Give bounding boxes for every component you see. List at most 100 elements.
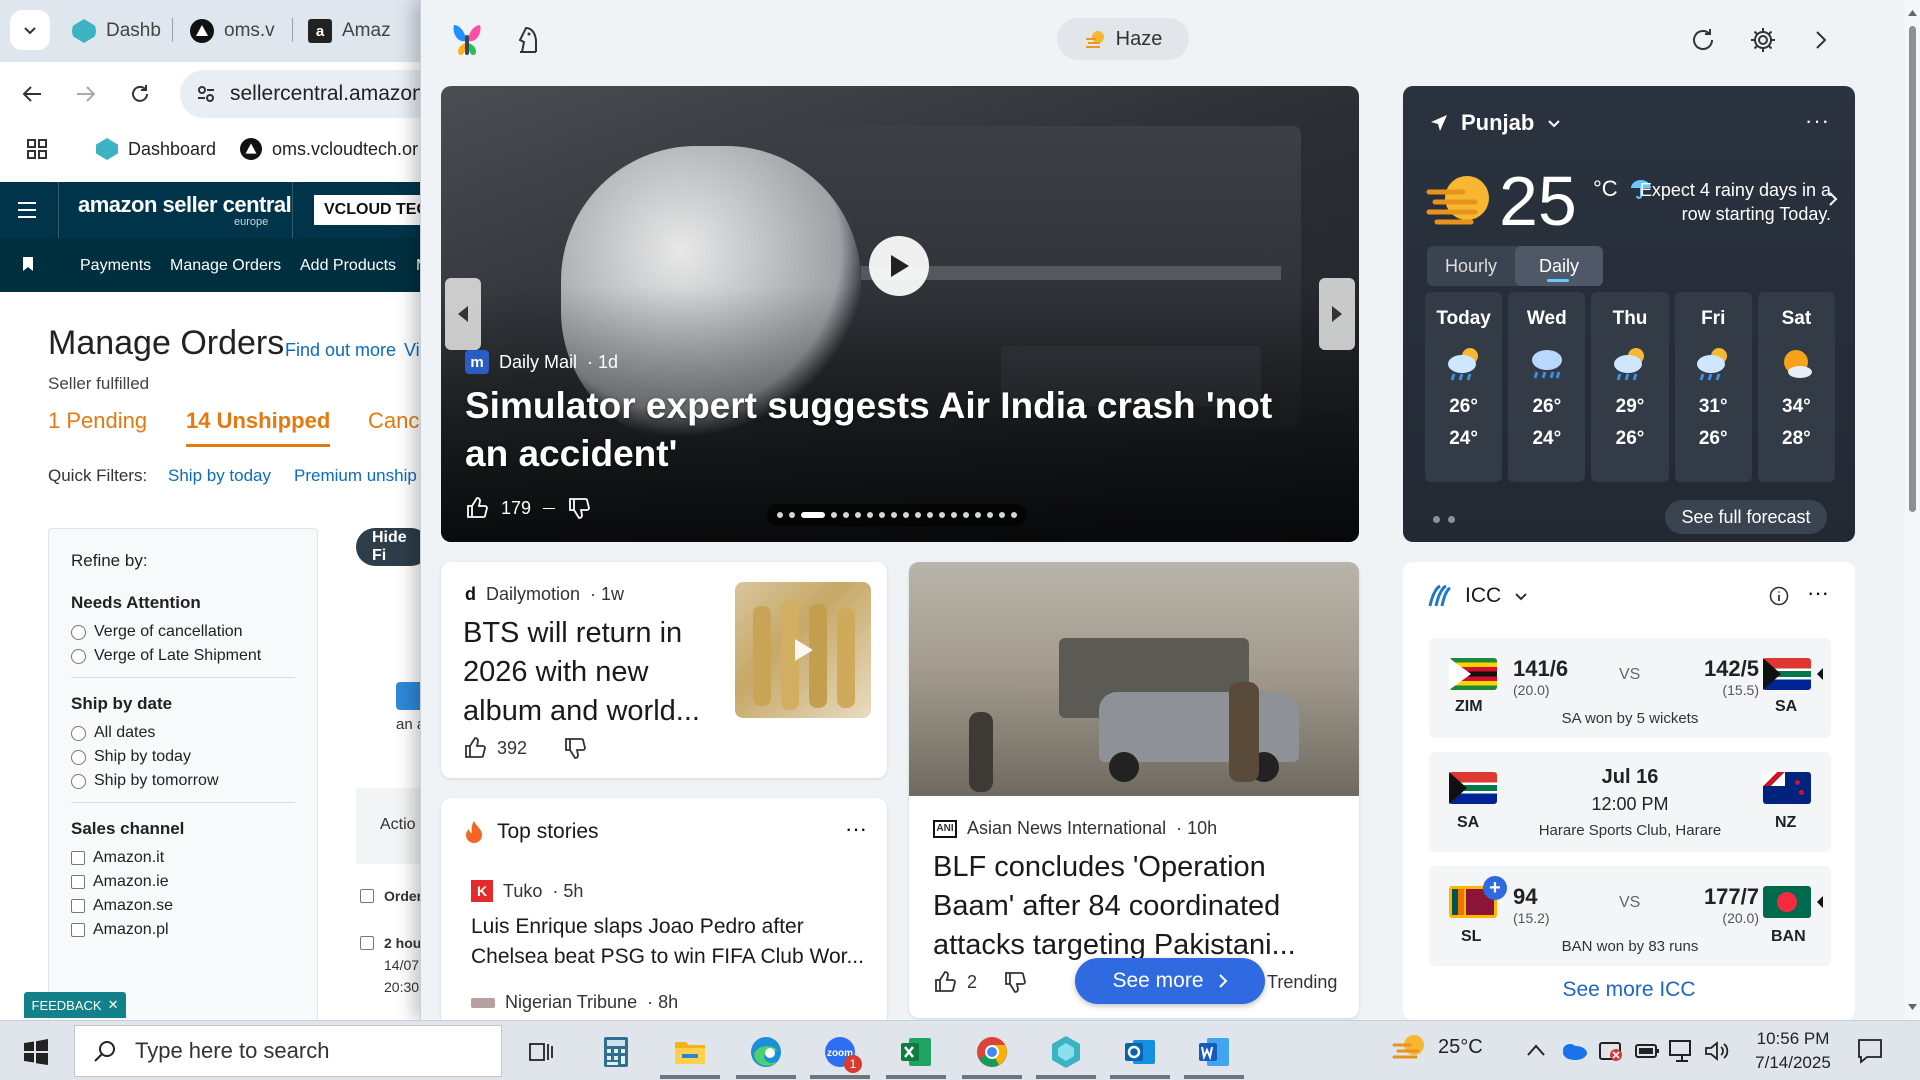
forecast-day[interactable]: Sat 34° 28°: [1757, 292, 1836, 482]
match-card[interactable]: SA Jul 16 12:00 PM Harare Sports Club, H…: [1429, 752, 1831, 852]
checkbox[interactable]: [71, 875, 85, 889]
thumbs-down-icon[interactable]: [563, 736, 587, 760]
match-card[interactable]: + SL 94 (15.2) VS 177/7 (20.0) BAN BAN w…: [1429, 866, 1831, 966]
taskbar-weather[interactable]: 25°C: [1392, 1031, 1483, 1063]
forecast-day[interactable]: Wed 26° 24°: [1508, 292, 1586, 482]
thumbs-up-icon[interactable]: [933, 970, 957, 994]
thumbs-up-icon[interactable]: [465, 496, 489, 520]
icc-header[interactable]: ICC: [1427, 584, 1529, 608]
forward-button[interactable]: [68, 76, 104, 112]
calculator-app[interactable]: [586, 1027, 646, 1077]
checkbox[interactable]: [71, 899, 85, 913]
hero-title[interactable]: Simulator expert suggests Air India cras…: [465, 382, 1325, 478]
see-more-button[interactable]: See more: [1075, 958, 1265, 1004]
feedback-button[interactable]: FEEDBACK ✕: [24, 992, 126, 1018]
onedrive-cloud-icon[interactable]: [1560, 1041, 1588, 1061]
scroll-up-icon[interactable]: [1908, 10, 1917, 16]
quick-filter-premium[interactable]: Premium unship: [294, 466, 417, 486]
weather-pager[interactable]: [1433, 516, 1455, 523]
filter-all-dates[interactable]: All dates: [71, 724, 295, 742]
thumbs-down-icon[interactable]: [1003, 970, 1027, 994]
store-selector-button[interactable]: VCLOUD TEC: [314, 195, 430, 225]
outlook-app[interactable]: [1110, 1027, 1170, 1079]
filter-amazon-se[interactable]: Amazon.se: [71, 897, 295, 915]
widgets-tab[interactable]: [445, 18, 489, 62]
bookmark-icon[interactable]: [22, 256, 34, 272]
excel-app[interactable]: [886, 1027, 946, 1079]
hero-story-card[interactable]: m Daily Mail · 1d Simulator expert sugge…: [441, 86, 1359, 542]
add-button[interactable]: +: [1483, 876, 1507, 900]
file-explorer-app[interactable]: [660, 1027, 720, 1079]
weather-card[interactable]: Punjab ··· 25 °C Expect 4 rainy days in …: [1403, 86, 1855, 542]
apps-button[interactable]: [26, 138, 48, 160]
more-options-icon[interactable]: ···: [1805, 108, 1830, 134]
nav-manage-orders[interactable]: Manage Orders: [170, 257, 281, 275]
story-thumbnail[interactable]: [735, 582, 871, 718]
filter-ship-today[interactable]: Ship by today: [71, 748, 295, 766]
back-button[interactable]: [14, 76, 50, 112]
tab-hourly[interactable]: Hourly: [1427, 246, 1515, 286]
more-options-icon[interactable]: ···: [1807, 580, 1829, 606]
scrollbar-thumb[interactable]: [1909, 26, 1916, 512]
radio-button[interactable]: [71, 648, 86, 664]
match-card[interactable]: ZIM 141/6 (20.0) VS 142/5 (15.5) SA SA w…: [1429, 638, 1831, 738]
hide-filters-button[interactable]: Hide Fi: [356, 528, 430, 566]
start-button[interactable]: [6, 1027, 66, 1077]
reload-button[interactable]: [122, 76, 158, 112]
hero-prev-button[interactable]: [445, 278, 481, 350]
filter-verge-late[interactable]: Verge of Late Shipment: [71, 647, 295, 665]
select-all-checkbox[interactable]: [360, 889, 374, 903]
system-clock[interactable]: 10:56 PM 7/14/2025: [1738, 1027, 1848, 1075]
filter-ship-tomorrow[interactable]: Ship by tomorrow: [71, 772, 295, 790]
nav-add-products[interactable]: Add Products: [300, 257, 396, 275]
forecast-day[interactable]: Fri 31° 26°: [1674, 292, 1752, 482]
refresh-button[interactable]: [1681, 18, 1725, 62]
dashboard-app[interactable]: [1036, 1027, 1096, 1079]
hamburger-menu-icon[interactable]: [16, 200, 38, 220]
tab-daily[interactable]: Daily: [1515, 246, 1603, 286]
order-row[interactable]: 2 hou 14/07 20:30: [360, 932, 421, 998]
filter-amazon-it[interactable]: Amazon.it: [71, 849, 295, 867]
see-full-forecast-button[interactable]: See full forecast: [1665, 500, 1827, 534]
story-title[interactable]: BLF concludes 'Operation Baam' after 84 …: [933, 848, 1343, 968]
filter-amazon-ie[interactable]: Amazon.ie: [71, 873, 295, 891]
radio-button[interactable]: [71, 749, 86, 765]
forecast-day[interactable]: Today 26° 24°: [1425, 292, 1503, 482]
word-app[interactable]: [1184, 1027, 1244, 1079]
thumbs-up-icon[interactable]: [463, 736, 487, 760]
tab-dashboard[interactable]: Dashb: [72, 14, 161, 48]
play-button[interactable]: [869, 236, 929, 296]
chevron-right-icon[interactable]: [1827, 190, 1839, 208]
find-out-more-link[interactable]: Find out more: [285, 340, 396, 361]
more-options-icon[interactable]: ···: [845, 816, 867, 842]
nav-payments[interactable]: Payments: [80, 257, 151, 275]
hero-pager[interactable]: [767, 504, 1027, 526]
tab-amazon[interactable]: a Amaz: [308, 14, 391, 48]
story-title[interactable]: BTS will return in 2026 with new album a…: [463, 614, 733, 731]
hero-next-button[interactable]: [1319, 278, 1355, 350]
scroll-down-icon[interactable]: [1908, 1004, 1917, 1010]
settings-button[interactable]: [1741, 18, 1785, 62]
bookmark-dashboard[interactable]: Dashboard: [96, 138, 216, 160]
bts-story-card[interactable]: d Dailymotion · 1w BTS will return in 20…: [441, 562, 887, 778]
security-alert-icon[interactable]: [1598, 1039, 1624, 1063]
network-icon[interactable]: [1668, 1039, 1696, 1063]
bookmark-oms[interactable]: oms.vcloudtech.or: [240, 138, 418, 160]
thumbs-down-icon[interactable]: [567, 496, 591, 520]
see-more-icc-link[interactable]: See more ICC: [1403, 978, 1855, 1002]
forecast-day[interactable]: Thu 29° 26°: [1591, 292, 1669, 482]
chrome-app[interactable]: [962, 1027, 1022, 1079]
checkbox[interactable]: [71, 851, 85, 865]
tab-unshipped[interactable]: 14 Unshipped: [186, 408, 331, 447]
panel-scrollbar[interactable]: [1905, 0, 1920, 1020]
radio-button[interactable]: [71, 725, 86, 741]
amazon-logo[interactable]: amazon seller central: [78, 192, 292, 218]
close-icon[interactable]: ✕: [108, 997, 119, 1013]
tab-search-button[interactable]: [10, 10, 50, 50]
forecast-summary[interactable]: Expect 4 rainy days in a row starting To…: [1621, 178, 1831, 226]
blf-story-card[interactable]: ANI Asian News International · 10h BLF c…: [909, 562, 1359, 1018]
battery-icon[interactable]: [1634, 1041, 1660, 1061]
location-selector[interactable]: Punjab: [1429, 110, 1562, 136]
filter-amazon-pl[interactable]: Amazon.pl: [71, 921, 295, 939]
chevron-up-icon[interactable]: [1526, 1043, 1546, 1057]
